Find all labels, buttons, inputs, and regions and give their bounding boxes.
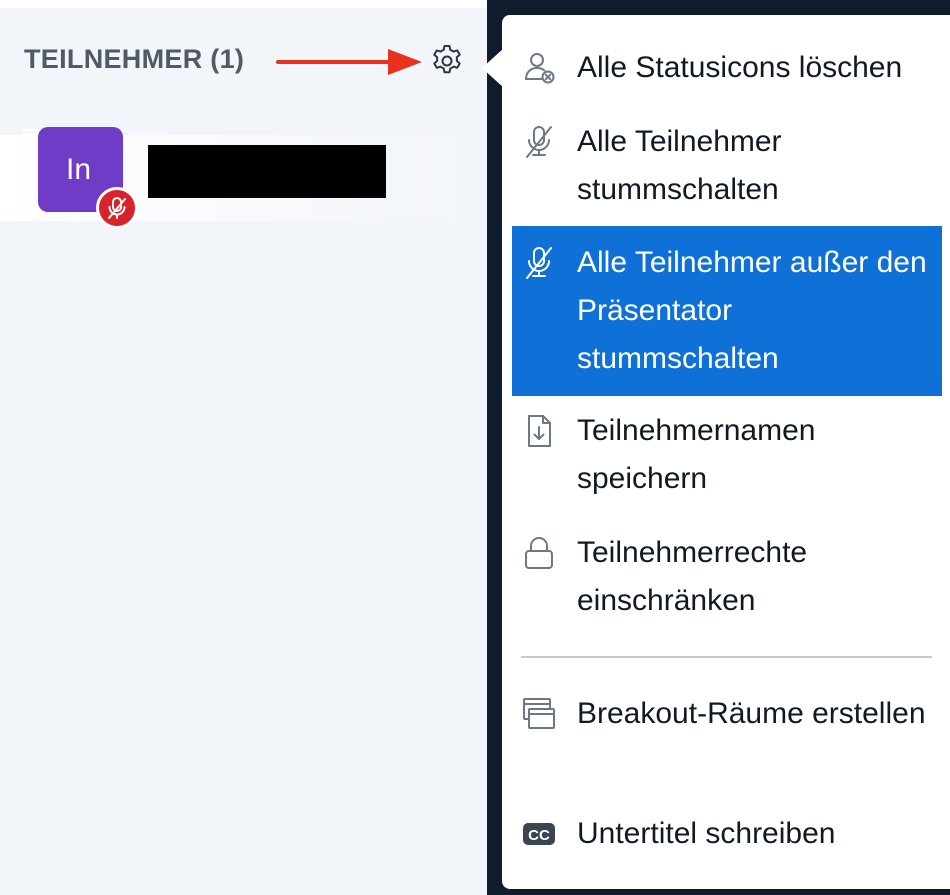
clear-status-icon [525,53,555,84]
lock-icon [525,537,553,569]
menu-pointer [482,48,504,88]
file-download-icon [528,415,551,447]
muted-mic-icon [108,197,126,219]
menu-item-label: Alle Teilnehmer außer den Präsentator st… [577,246,927,375]
menu-item-label: Breakout-Räume erstellen [577,697,926,730]
muted-mic-icon [526,247,552,279]
menu-item-breakout-rooms[interactable]: Breakout-Räume erstellen [512,690,942,790]
menu-item-label: Alle Teilnehmer stummschalten [577,125,782,206]
menu-item-label: Untertitel schreiben [577,817,836,850]
participant-mute-badge [96,187,138,229]
closed-captions-icon: CC [523,823,555,845]
menu-item-restrict-rights[interactable]: Teilnehmerrechte einschränken [512,529,942,629]
muted-mic-icon [526,126,552,158]
menu-item-mute-all-except-presenter[interactable]: Alle Teilnehmer außer den Präsentator st… [512,226,942,396]
cc-icon-text: CC [528,827,550,844]
menu-item-label: Teilnehmerrechte einschränken [577,536,808,617]
participants-panel-title: TEILNEHMER (1) [24,44,245,74]
menu-item-label: Alle Statusicons löschen [577,51,903,84]
menu-item-mute-all[interactable]: Alle Teilnehmer stummschalten [512,118,942,218]
annotation-arrow-icon [276,49,422,75]
menu-item-clear-status[interactable]: Alle Statusicons löschen [512,44,942,96]
menu-divider [521,656,932,658]
menu-item-label: Teilnehmernamen speichern [577,414,816,495]
breakout-rooms-icon [523,698,555,729]
app-canvas: TEILNEHMER (1) In Alle Statusicons lösch… [0,0,950,895]
gear-icon[interactable] [429,43,465,79]
menu-item-write-captions[interactable]: CC Untertitel schreiben [512,810,942,862]
menu-item-save-names[interactable]: Teilnehmernamen speichern [512,407,942,507]
participant-name-redacted [148,145,386,198]
